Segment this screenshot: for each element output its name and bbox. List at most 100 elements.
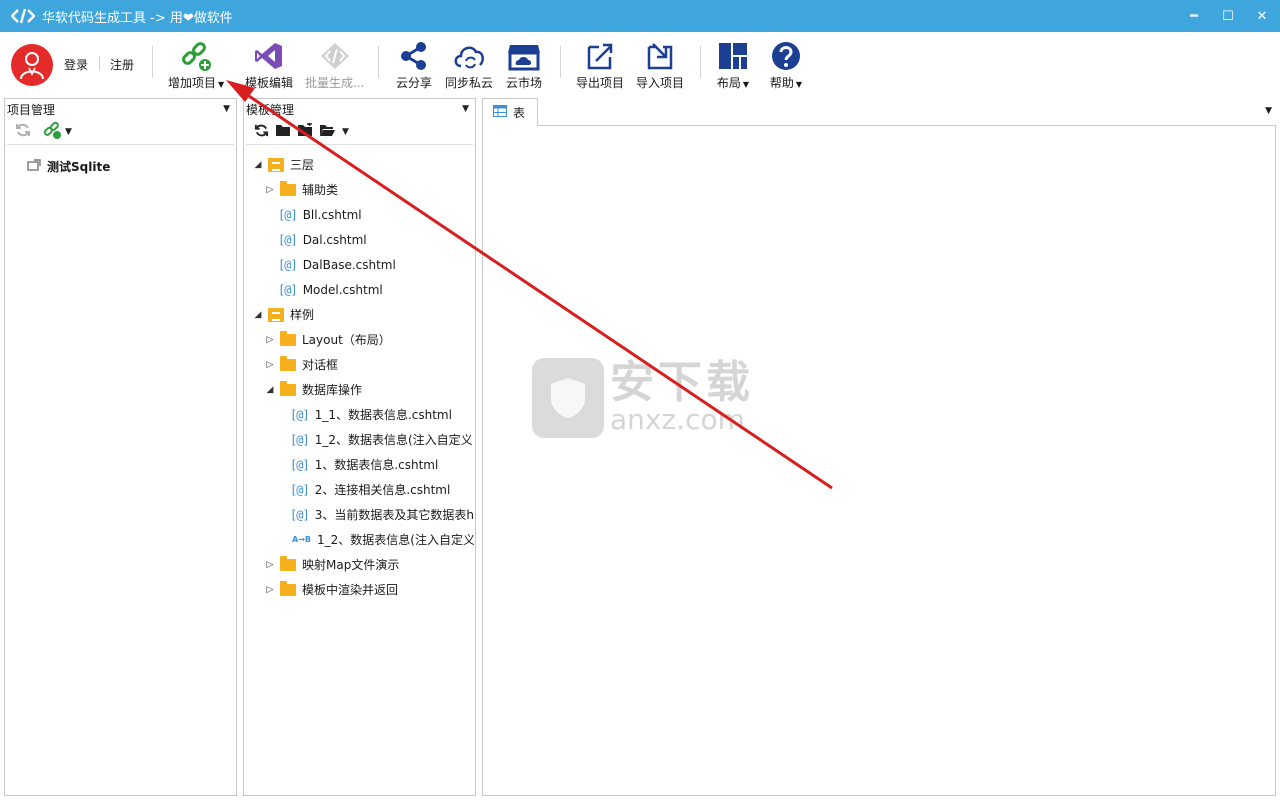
tree-node-folder[interactable]: ▷ 模板中渲染并返回 [264, 577, 398, 602]
tree-node-label: 三层 [290, 158, 315, 172]
login-link[interactable]: 登录 [64, 56, 88, 73]
import-project-button[interactable]: 导入项目 [636, 40, 684, 91]
new-folder-icon[interactable] [275, 123, 291, 140]
tree-node-label: 辅助类 [302, 183, 339, 197]
batch-code-icon [318, 40, 352, 72]
tree-node-label: DalBase.cshtml [302, 257, 396, 272]
tree-node-folder[interactable]: ▷ 对话框 [264, 352, 338, 377]
cloud-share-button[interactable]: 云分享 [396, 40, 432, 91]
export-project-button[interactable]: 导出项目 [576, 40, 624, 91]
toolbar-separator [152, 46, 153, 78]
folder-add-icon[interactable] [297, 123, 313, 140]
folder-icon [280, 355, 296, 371]
panel-menu-icon[interactable]: ▼ [462, 104, 469, 114]
razor-file-icon: [@] [290, 432, 310, 447]
tree-node-folder[interactable]: ◢ 数据库操作 [264, 377, 362, 402]
expand-arrow-icon[interactable]: ▷ [264, 560, 276, 570]
toolbar-separator [700, 46, 701, 78]
help-button[interactable]: 帮助 ▼ [769, 40, 803, 91]
tree-node-label: Dal.cshtml [302, 232, 367, 247]
layout-grid-icon [716, 40, 750, 72]
close-button[interactable]: ✕ [1246, 0, 1278, 32]
project-icon [27, 159, 41, 174]
tree-node-folder[interactable]: ▷ 辅助类 [264, 177, 338, 202]
table-icon [493, 105, 507, 120]
tree-node-file[interactable]: [@] 1_2、数据表信息(注入自定义 [290, 427, 474, 452]
tree-node-folder[interactable]: ▷ Layout（布局） [264, 327, 391, 352]
collapse-arrow-icon[interactable]: ◢ [252, 160, 264, 170]
cloud-share-label: 云分享 [396, 76, 433, 90]
link-add-icon [179, 40, 213, 72]
tree-node-file[interactable]: [@] 2、连接相关信息.cshtml [290, 477, 450, 502]
export-project-label: 导出项目 [576, 76, 625, 90]
tree-node-file[interactable]: A→B 1_2、数据表信息(注入自定义 [292, 527, 474, 552]
expand-arrow-icon[interactable]: ▷ [264, 360, 276, 370]
refresh-icon[interactable] [254, 123, 269, 141]
folder-icon [280, 380, 296, 396]
cloud-market-button[interactable]: 云市场 [506, 40, 542, 91]
tree-node-folder[interactable]: ▷ 映射Map文件演示 [264, 552, 399, 577]
tree-node-folder[interactable]: ◢ 三层 [252, 152, 314, 177]
help-label: 帮助 [769, 76, 794, 90]
mapping-file-icon: A→B [292, 535, 311, 544]
collapse-arrow-icon[interactable]: ◢ [264, 385, 276, 395]
batch-generate-button[interactable]: 批量生成... [305, 40, 364, 91]
panel-menu-icon[interactable]: ▼ [223, 104, 230, 114]
maximize-button[interactable]: ☐ [1212, 0, 1244, 32]
tree-node-label: 2、连接相关信息.cshtml [314, 483, 451, 497]
sync-private-cloud-button[interactable]: 同步私云 [445, 40, 493, 91]
project-item[interactable]: 测试Sqlite [27, 154, 110, 179]
import-icon [643, 40, 677, 72]
expand-arrow-icon[interactable]: ▷ [264, 335, 276, 345]
add-link-icon[interactable] [43, 121, 61, 142]
add-project-label: 增加项目 [168, 76, 217, 90]
template-panel: 模板管理 ▼ ▼ ◢ 三层 ▷ 辅助类 [@] Bll.cshtml [@] D… [243, 98, 476, 796]
tab-label: 表 [513, 106, 526, 120]
open-folder-icon[interactable] [319, 123, 336, 140]
tree-node-label: 1_2、数据表信息(注入自定义 [317, 533, 474, 547]
template-edit-button[interactable]: 模板编辑 [245, 40, 293, 91]
batch-generate-label: 批量生成... [305, 76, 365, 90]
tree-node-label: 对话框 [302, 358, 339, 372]
tree-node-file[interactable]: [@] Bll.cshtml [278, 202, 362, 227]
tree-node-file[interactable]: [@] 1_1、数据表信息.cshtml [290, 402, 452, 427]
refresh-icon[interactable] [15, 122, 31, 141]
tree-node-file[interactable]: [@] 3、当前数据表及其它数据表h [290, 502, 474, 527]
dropdown-caret-icon[interactable]: ▼ [65, 127, 72, 137]
template-edit-label: 模板编辑 [245, 76, 294, 90]
dropdown-caret-icon[interactable]: ▼ [342, 127, 349, 137]
tree-node-file[interactable]: [@] DalBase.cshtml [278, 252, 396, 277]
tree-node-label: 样例 [290, 308, 315, 322]
tree-node-label: 映射Map文件演示 [302, 558, 400, 572]
project-panel: 项目管理 ▼ ▼ 测试Sqlite [4, 98, 237, 796]
tree-node-file[interactable]: [@] 1、数据表信息.cshtml [290, 452, 438, 477]
tree-node-file[interactable]: [@] Dal.cshtml [278, 227, 367, 252]
expand-arrow-icon[interactable]: ▷ [264, 585, 276, 595]
tab-table[interactable]: 表 [482, 98, 538, 126]
razor-file-icon: [@] [290, 407, 310, 422]
code-brackets-icon [10, 6, 36, 26]
layout-button[interactable]: 布局 ▼ [716, 40, 750, 91]
collapse-arrow-icon[interactable]: ◢ [252, 310, 264, 320]
folder-icon [280, 180, 296, 196]
tree-node-file[interactable]: [@] Model.cshtml [278, 277, 383, 302]
window-title: 华软代码生成工具 -> 用❤做软件 [42, 10, 233, 26]
watermark-en: anxz.com [610, 403, 745, 436]
expand-arrow-icon[interactable]: ▷ [264, 185, 276, 195]
razor-file-icon: [@] [290, 457, 310, 472]
tree-node-label: Model.cshtml [302, 282, 383, 297]
dropdown-caret-icon[interactable]: ▼ [218, 80, 224, 89]
razor-file-icon: [@] [278, 207, 298, 222]
tab-list-menu-icon[interactable]: ▼ [1265, 106, 1272, 116]
avatar[interactable] [11, 44, 53, 86]
document-body [482, 125, 1276, 796]
export-icon [583, 40, 617, 72]
minimize-button[interactable]: ━ [1178, 0, 1210, 32]
visual-studio-icon [252, 40, 286, 72]
register-link[interactable]: 注册 [110, 56, 134, 73]
tree-node-label: 1、数据表信息.cshtml [314, 458, 439, 472]
add-project-button[interactable]: 增加项目 ▼ [168, 40, 224, 91]
layout-label: 布局 [716, 76, 741, 90]
tree-node-folder[interactable]: ◢ 样例 [252, 302, 314, 327]
tree-node-label: 1_1、数据表信息.cshtml [314, 408, 452, 422]
